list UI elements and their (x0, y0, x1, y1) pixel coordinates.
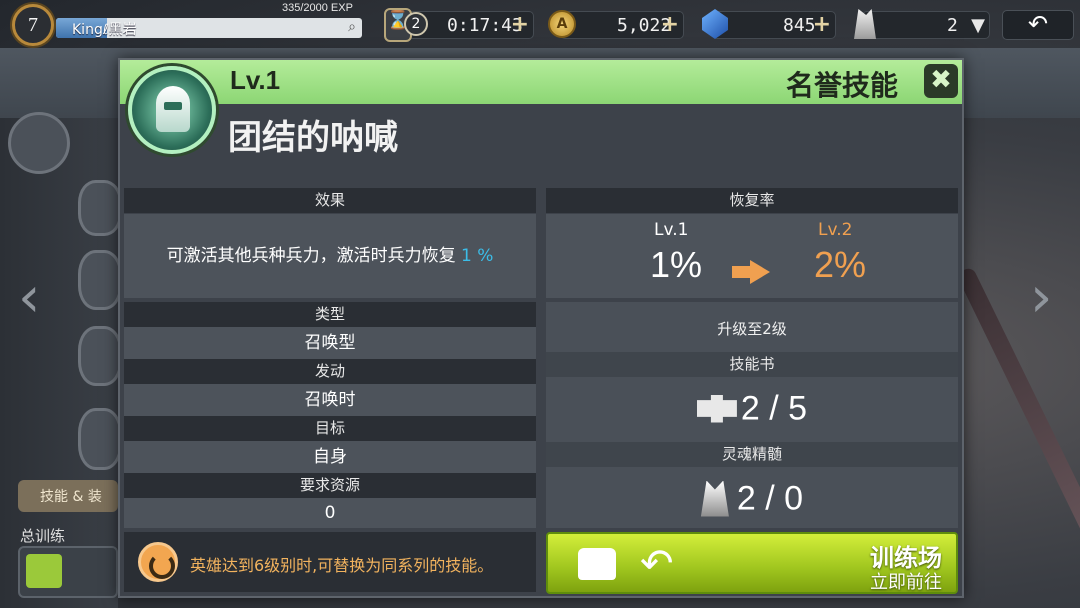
type-value: 召唤型 (124, 327, 536, 359)
fist-icon (578, 548, 616, 580)
background-hero-icon (78, 326, 122, 386)
helmet-icon (156, 86, 190, 132)
return-arrow-icon: ↶ (640, 541, 674, 587)
gold-plus-button[interactable]: + (661, 12, 679, 37)
helmet-skill-icon (128, 66, 216, 154)
effect-highlight-value: 1 % (461, 246, 494, 266)
skill-book-title: 技能书 (546, 352, 958, 377)
recovery-current-value: 1% (650, 244, 703, 285)
soul-essence-count-row: 2 / 0 (546, 468, 958, 528)
crystal-icon (700, 480, 729, 517)
training-subtitle: 立即前往 (870, 572, 942, 593)
background-emblem-icon (8, 112, 70, 174)
skill-book-count-row: 2 / 5 (546, 378, 958, 438)
refresh-icon (138, 542, 178, 582)
chevron-right-icon[interactable]: › (1030, 270, 1052, 326)
gold-resource[interactable]: 5,022 + (560, 11, 684, 39)
effect-title: 效果 (124, 188, 536, 213)
puzzle-piece-icon (696, 394, 737, 423)
queue-count-badge: 2 (404, 12, 428, 36)
timer-plus-button[interactable]: + (511, 12, 529, 37)
hint-box: 英雄达到6级别时,可替换为同系列的技能。 (124, 532, 536, 592)
background-tab-skills[interactable]: 技能 & 装 (18, 480, 118, 512)
effect-body: 可激活其他兵种兵力，激活时兵力恢复 1 % (124, 214, 536, 298)
exp-text: 335/2000 EXP (282, 2, 353, 14)
background-training-label: 总训练 (20, 527, 66, 545)
trigger-value: 召唤时 (124, 384, 536, 416)
resource-value: 0 (124, 498, 536, 528)
trigger-title: 发动 (124, 359, 536, 384)
recovery-next-level: Lv.2 (818, 220, 853, 240)
close-button[interactable]: ✖ (924, 64, 958, 98)
crystal-value: 2 (947, 15, 958, 36)
hint-text: 英雄达到6级别时,可替换为同系列的技能。 (190, 556, 494, 575)
fist-icon (26, 554, 62, 588)
background-hero-icon (78, 180, 122, 236)
gem-resource[interactable]: 845 + (712, 11, 836, 39)
type-title: 类型 (124, 302, 536, 327)
crystal-dropdown-button[interactable]: ▼ (971, 15, 985, 36)
go-to-training-button[interactable]: ↶ 训练场 立即前往 (546, 532, 958, 594)
effect-description: 可激活其他兵种兵力，激活时兵力恢复 (166, 246, 456, 266)
skill-detail-modal: Lv.1 名誉技能 ✖ 团结的呐喊 效果 可激活其他兵种兵力，激活时兵力恢复 1… (118, 58, 964, 598)
gem-value: 845 (783, 15, 816, 36)
background-training-button[interactable] (18, 546, 118, 598)
soul-essence-count: 2 / 0 (736, 479, 804, 518)
recovery-current-level: Lv.1 (654, 220, 689, 240)
soul-essence-title: 灵魂精髄 (546, 442, 958, 467)
gem-plus-button[interactable]: + (813, 12, 831, 37)
arrow-right-icon (732, 260, 770, 284)
skill-category: 名誉技能 (786, 69, 899, 102)
crystal-resource[interactable]: 2 ▼ (862, 11, 990, 39)
target-title: 目标 (124, 416, 536, 441)
chevron-left-icon[interactable]: ‹ (18, 270, 40, 326)
recovery-body: Lv.1 1% Lv.2 2% (546, 214, 958, 298)
skill-name: 团结的呐喊 (228, 118, 398, 158)
effect-text: 可激活其他兵种兵力，激活时兵力恢复 1 % (124, 214, 536, 298)
modal-header: Lv.1 名誉技能 ✖ (120, 60, 962, 104)
recovery-title: 恢复率 (546, 188, 958, 213)
background-hero-icon (78, 250, 122, 310)
player-exp-bar[interactable]: Kingℓ黑岩 ⌕ (56, 18, 362, 38)
top-hud: 7 335/2000 EXP Kingℓ黑岩 ⌕ 0:17:43 + ⌛ 2 5… (0, 0, 1080, 48)
skill-book-count: 2 / 5 (740, 389, 808, 428)
search-icon[interactable]: ⌕ (348, 19, 356, 35)
resource-title: 要求资源 (124, 473, 536, 498)
background-hero-icon (78, 408, 122, 470)
back-button[interactable]: ↶ (1002, 10, 1074, 40)
target-value: 自身 (124, 441, 536, 473)
gold-coin-icon: A (548, 10, 576, 38)
skill-level: Lv.1 (230, 65, 281, 95)
recovery-next-value: 2% (814, 244, 867, 285)
upgrade-title: 升级至2级 (717, 320, 787, 338)
player-level-badge[interactable]: 7 (12, 4, 54, 46)
player-name: Kingℓ黑岩 (72, 22, 137, 38)
